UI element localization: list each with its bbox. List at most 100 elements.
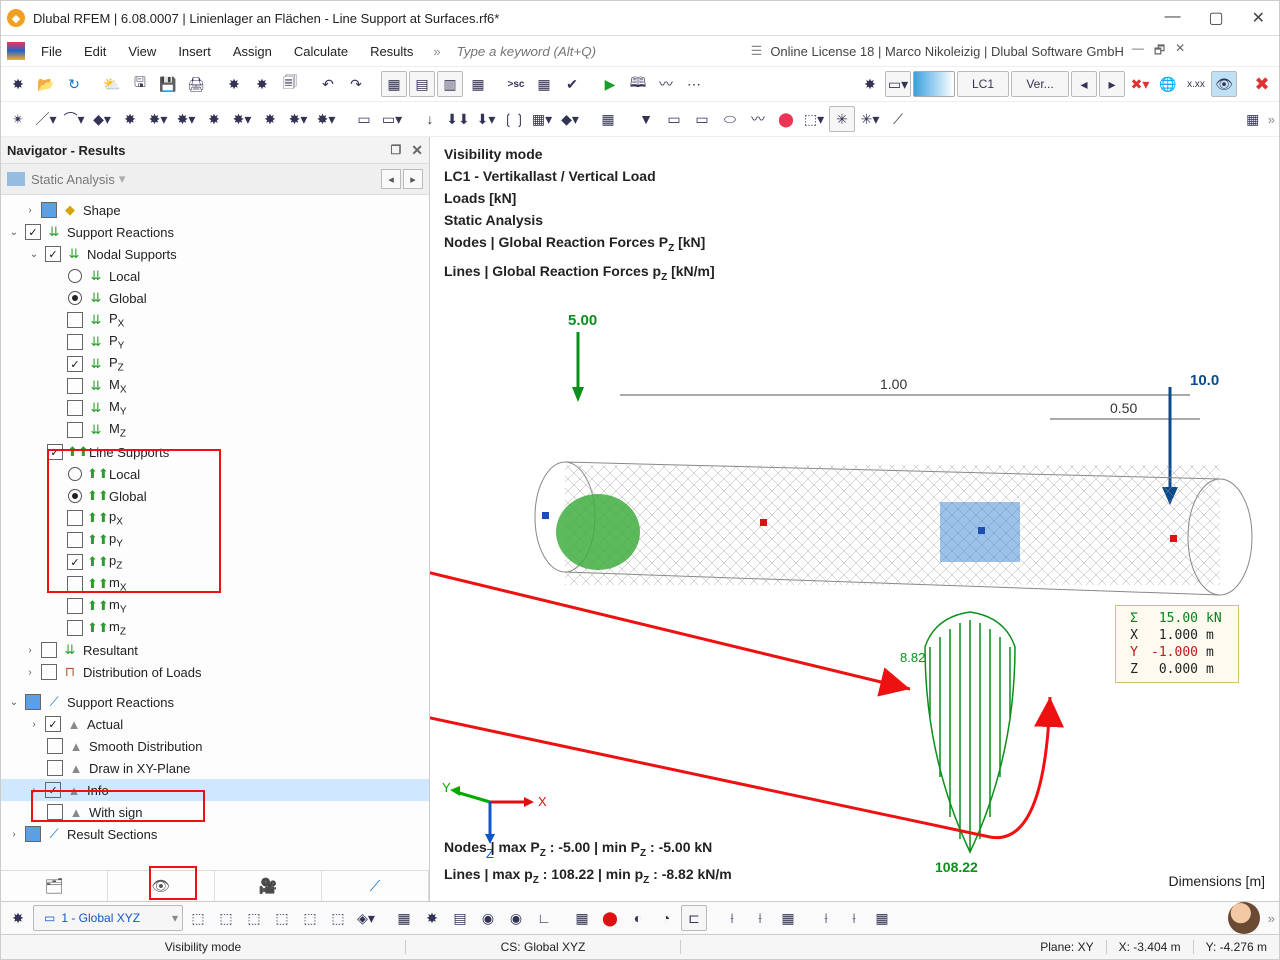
surf-sup-icon[interactable]: ✸▾ — [229, 106, 255, 132]
tree-line-py[interactable]: ⬆⬆pY — [1, 529, 429, 551]
lc-xxx-icon[interactable]: x.xx — [1183, 71, 1209, 97]
navigator-selector[interactable]: Static Analysis ▾ ◂▸ — [1, 164, 429, 195]
tree-nodal-mx[interactable]: ⇊MX — [1, 375, 429, 397]
menu-file[interactable]: File — [31, 41, 72, 62]
arc-icon[interactable]: ⌒▾ — [61, 106, 87, 132]
undo-icon[interactable]: ↶ — [315, 71, 341, 97]
tree-nodal-mz[interactable]: ⇊MZ — [1, 419, 429, 441]
menu-results[interactable]: Results — [360, 41, 423, 62]
line-sup-icon[interactable]: ✸ — [201, 106, 227, 132]
cylinder-icon[interactable]: ⬭ — [717, 106, 743, 132]
menu-view[interactable]: View — [118, 41, 166, 62]
osnap5[interactable]: ⊏ — [681, 905, 707, 931]
surf-icon[interactable]: ◆▾ — [89, 106, 115, 132]
menu-edit[interactable]: Edit — [74, 41, 116, 62]
tree-withsign[interactable]: ▲With sign — [1, 801, 429, 823]
lc-swatch[interactable] — [913, 71, 955, 97]
save-icon[interactable]: 💾 — [155, 71, 181, 97]
navtab-layers[interactable]: 🗂 — [1, 871, 108, 901]
check-icon[interactable]: ✔ — [559, 71, 585, 97]
tree-line-pz[interactable]: ⬆⬆pZ — [1, 551, 429, 573]
selector-next[interactable]: ▸ — [403, 169, 423, 189]
line-icon[interactable]: ／▾ — [33, 106, 59, 132]
lc-code[interactable]: LC1 — [957, 71, 1009, 97]
spark5-icon[interactable]: ✸ — [257, 106, 283, 132]
osnap4[interactable]: ◔ — [653, 905, 679, 931]
tree-nodal-my[interactable]: ⇊MY — [1, 397, 429, 419]
selector-prev[interactable]: ◂ — [381, 169, 401, 189]
tree-line-global[interactable]: ⬆⬆Global — [1, 485, 429, 507]
guide1[interactable]: ⟊ — [719, 905, 745, 931]
tree-drawxy[interactable]: ▲Draw in XY-Plane — [1, 757, 429, 779]
lc-del-icon[interactable]: ✖▾ — [1127, 71, 1153, 97]
lc-name[interactable]: Ver... — [1011, 71, 1069, 97]
close-button[interactable]: ✕ — [1252, 8, 1265, 28]
anim-icon[interactable]: 🕮 — [625, 71, 651, 97]
line-load-icon[interactable]: ⬇⬇ — [445, 106, 471, 132]
active-view-selector[interactable]: ▭1 - Global XYZ▾ — [33, 905, 183, 931]
view-new-icon[interactable]: ✸ — [5, 905, 31, 931]
tree-support-reactions[interactable]: ⌄⇊Support Reactions — [1, 221, 429, 243]
tree-line-my[interactable]: ⬆⬆mY — [1, 595, 429, 617]
osnap2[interactable]: ⬤ — [597, 905, 623, 931]
script-icon[interactable]: >sc — [503, 71, 529, 97]
lc-world-icon[interactable]: 🌐 — [1155, 71, 1181, 97]
vw4[interactable]: ⬚ — [269, 905, 295, 931]
print-icon[interactable]: 🖨 — [183, 71, 209, 97]
toggle-1[interactable]: ▦ — [381, 71, 407, 97]
grid3[interactable]: ▦ — [869, 905, 895, 931]
vw1[interactable]: ⬚ — [185, 905, 211, 931]
navigator-close-icon[interactable]: ✕ — [411, 142, 423, 159]
tree-line-supports[interactable]: ⬆⬆Line Supports — [1, 441, 429, 463]
opt-icon[interactable]: ✳ — [829, 106, 855, 132]
view2-icon[interactable]: ▭ — [689, 106, 715, 132]
bracket-icon[interactable]: ❲❳ — [501, 106, 527, 132]
new-icon[interactable]: ✸ — [5, 71, 31, 97]
osnap3[interactable]: ◐ — [625, 905, 651, 931]
refresh-icon[interactable]: ↻ — [61, 71, 87, 97]
guide4[interactable]: ⟊ — [841, 905, 867, 931]
calc-icon[interactable]: ▶ — [597, 71, 623, 97]
tree-line-px[interactable]: ⬆⬆pX — [1, 507, 429, 529]
grid-icon[interactable]: ▦ — [391, 905, 417, 931]
snap2-icon[interactable]: ◉ — [503, 905, 529, 931]
navigator-pin-icon[interactable]: ❐ — [391, 143, 402, 157]
save-all-icon[interactable]: 🖫 — [127, 71, 153, 97]
tree-display-sr[interactable]: ⌄⟋Support Reactions — [1, 691, 429, 713]
redo-icon[interactable]: ↷ — [343, 71, 369, 97]
tree-actual[interactable]: ›▲Actual — [1, 713, 429, 735]
menu-insert[interactable]: Insert — [168, 41, 221, 62]
vw3[interactable]: ⬚ — [241, 905, 267, 931]
lc-drop[interactable]: ▭▾ — [885, 71, 911, 97]
menu-calculate[interactable]: Calculate — [284, 41, 358, 62]
new-doc-icon[interactable]: ✸ — [221, 71, 247, 97]
tree-line-local[interactable]: ⬆⬆Local — [1, 463, 429, 485]
vw6[interactable]: ⬚ — [325, 905, 351, 931]
surf-load-icon[interactable]: ⬇▾ — [473, 106, 499, 132]
toggle-3[interactable]: ▥ — [437, 71, 463, 97]
copy-icon[interactable]: 🗐 — [277, 71, 303, 97]
block-icon[interactable]: ▦ — [531, 71, 557, 97]
nodal-sup-icon[interactable]: ✸▾ — [173, 106, 199, 132]
snap1-icon[interactable]: ◉ — [475, 905, 501, 931]
more-icon[interactable]: ⋯ — [681, 71, 707, 97]
cancel-all-icon[interactable]: ✖ — [1249, 71, 1275, 97]
sel-icon[interactable]: ▭ — [351, 106, 377, 132]
new-tbl-icon[interactable]: ✸ — [249, 71, 275, 97]
tree-resultant[interactable]: ›⇊Resultant — [1, 639, 429, 661]
menu-logo-icon[interactable] — [7, 42, 25, 60]
cloud-icon[interactable]: ⛅ — [99, 71, 125, 97]
toggle-2[interactable]: ▤ — [409, 71, 435, 97]
tree-line-mz[interactable]: ⬆⬆mZ — [1, 617, 429, 639]
tree-nodal-pz[interactable]: ⇊PZ — [1, 353, 429, 375]
iso-icon[interactable]: ◈▾ — [353, 905, 379, 931]
nodal-load-icon[interactable]: ↓ — [417, 106, 443, 132]
align-icon[interactable]: ▤ — [447, 905, 473, 931]
tree-result-sections[interactable]: ›⟋Result Sections — [1, 823, 429, 845]
guide3[interactable]: ⟊ — [813, 905, 839, 931]
open-icon[interactable]: 📂 — [33, 71, 59, 97]
star-icon[interactable]: ✸ — [419, 905, 445, 931]
node-icon[interactable]: ✴ — [5, 106, 31, 132]
guide2[interactable]: ⟊ — [747, 905, 773, 931]
navtab-diagram[interactable]: ⟋ — [322, 871, 429, 901]
